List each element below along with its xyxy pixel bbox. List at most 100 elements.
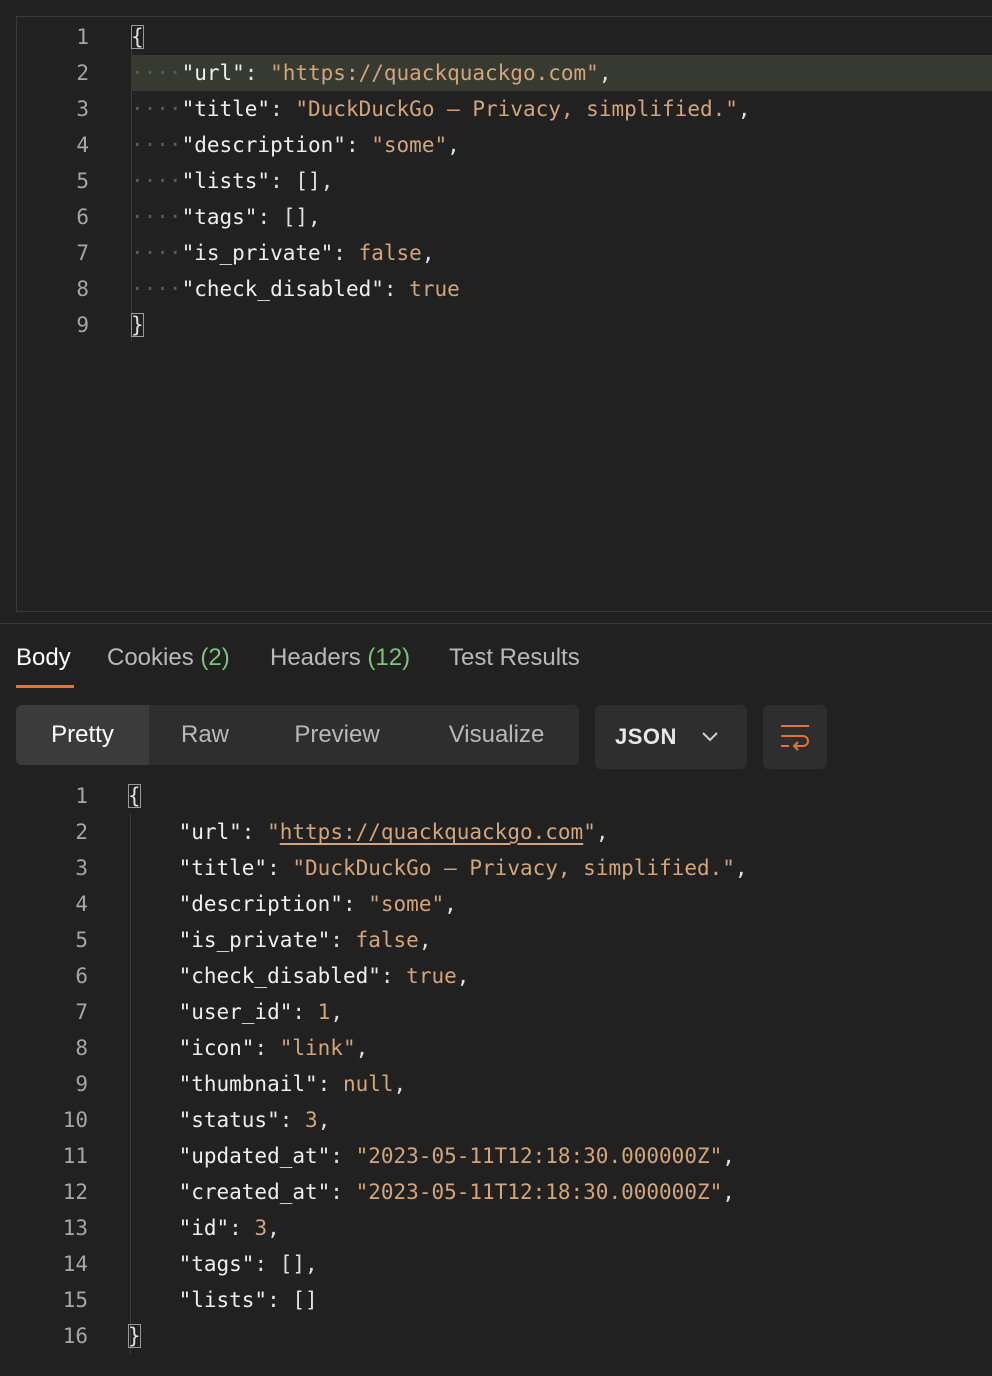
line-number: 5 bbox=[75, 928, 88, 952]
code-token: , bbox=[737, 97, 751, 121]
code-token: : bbox=[345, 133, 372, 157]
view-preview-button[interactable]: Preview bbox=[272, 705, 402, 765]
code-token: , bbox=[456, 964, 470, 988]
code-text: ····"tags": [], bbox=[131, 199, 321, 235]
code-line: 6 ····"tags": [], bbox=[17, 199, 992, 235]
code-token: https://quackquackgo.com bbox=[279, 820, 584, 844]
code-token: : bbox=[279, 1108, 306, 1132]
code-token: "2023-05-11T12:18:30.000000Z" bbox=[355, 1144, 723, 1168]
line-number: 6 bbox=[76, 205, 89, 229]
chevron-down-icon bbox=[702, 732, 718, 742]
tab-headers[interactable]: Headers (12) bbox=[270, 636, 410, 680]
line-number: 14 bbox=[62, 1252, 88, 1276]
code-text: "is_private": false, bbox=[128, 922, 432, 958]
tab-body[interactable]: Body bbox=[16, 636, 71, 680]
code-token: "tags" bbox=[181, 205, 258, 229]
code-token: , bbox=[418, 928, 432, 952]
code-token: [] bbox=[292, 1288, 318, 1312]
brace-token: { bbox=[131, 25, 144, 49]
line-number: 1 bbox=[76, 25, 89, 49]
line-number: 5 bbox=[76, 169, 89, 193]
tab-headers-count: (12) bbox=[367, 644, 411, 671]
view-raw-button[interactable]: Raw bbox=[149, 705, 261, 765]
code-text: "updated_at": "2023-05-11T12:18:30.00000… bbox=[128, 1138, 735, 1174]
view-visualize-button[interactable]: Visualize bbox=[430, 705, 563, 765]
code-line: 1{ bbox=[0, 778, 992, 814]
code-line: 15 "lists": [] bbox=[0, 1282, 992, 1318]
code-line: 8 ····"check_disabled": true bbox=[17, 271, 992, 307]
code-token: "check_disabled" bbox=[181, 277, 384, 301]
code-text: ····"is_private": false, bbox=[131, 235, 434, 271]
code-token: , bbox=[595, 820, 609, 844]
code-token: : bbox=[254, 1252, 280, 1276]
code-token: : bbox=[330, 928, 356, 952]
code-token: "some" bbox=[371, 133, 448, 157]
response-body-viewer[interactable]: 1{2 "url": "https://quackquackgo.com", 3 … bbox=[0, 778, 992, 1368]
code-token: true bbox=[406, 964, 457, 988]
code-line: 4 "description": "some", bbox=[0, 886, 992, 922]
code-text: "icon": "link", bbox=[128, 1030, 369, 1066]
code-token: "title" bbox=[178, 856, 268, 880]
line-number: 11 bbox=[62, 1144, 88, 1168]
code-token: , bbox=[317, 1108, 331, 1132]
code-token: , bbox=[308, 205, 321, 229]
code-token: 1 bbox=[317, 1000, 331, 1024]
code-token: , bbox=[305, 1252, 318, 1276]
line-number: 3 bbox=[76, 97, 89, 121]
tab-test-results[interactable]: Test Results bbox=[449, 636, 580, 680]
code-token: , bbox=[598, 61, 612, 85]
code-token: : bbox=[330, 1180, 356, 1204]
code-token: "https://quackquackgo.com" bbox=[270, 61, 599, 85]
code-line: 5 "is_private": false, bbox=[0, 922, 992, 958]
format-select-value: JSON bbox=[615, 724, 677, 749]
code-line: 2 "url": "https://quackquackgo.com", bbox=[0, 814, 992, 850]
code-text: ····"lists": [], bbox=[131, 163, 333, 199]
line-number: 8 bbox=[76, 277, 89, 301]
code-token: "some" bbox=[368, 892, 445, 916]
code-text: "tags": [], bbox=[128, 1246, 318, 1282]
code-token: 3 bbox=[305, 1108, 318, 1132]
pane-divider[interactable] bbox=[0, 623, 992, 624]
brace-token: } bbox=[128, 1324, 141, 1348]
code-token: : bbox=[333, 241, 359, 265]
code-token: "DuckDuckGo — Privacy, simplified." bbox=[295, 97, 738, 121]
text-wrap-button[interactable] bbox=[763, 705, 827, 769]
code-token: , bbox=[722, 1144, 735, 1168]
code-token: , bbox=[444, 892, 457, 916]
line-number: 13 bbox=[62, 1216, 88, 1240]
whitespace-marker: ···· bbox=[131, 277, 182, 301]
code-text: "description": "some", bbox=[128, 886, 457, 922]
line-number: 4 bbox=[75, 892, 88, 916]
code-token: "icon" bbox=[178, 1036, 255, 1060]
code-token: "link" bbox=[279, 1036, 356, 1060]
code-line: 11 "updated_at": "2023-05-11T12:18:30.00… bbox=[0, 1138, 992, 1174]
code-token: "description" bbox=[178, 892, 343, 916]
code-token: , bbox=[355, 1036, 369, 1060]
code-token: : bbox=[229, 1216, 255, 1240]
code-text: ····"title": "DuckDuckGo — Privacy, simp… bbox=[131, 91, 751, 127]
code-text: "check_disabled": true, bbox=[128, 958, 470, 994]
code-line: 16} bbox=[0, 1318, 992, 1354]
code-token: [] bbox=[279, 1252, 306, 1276]
view-pretty-button[interactable]: Pretty bbox=[16, 705, 149, 765]
active-tab-indicator bbox=[16, 685, 74, 688]
whitespace-marker: ···· bbox=[131, 205, 182, 229]
code-token: : bbox=[383, 277, 410, 301]
line-number: 9 bbox=[76, 313, 89, 337]
code-token: : bbox=[257, 205, 283, 229]
code-token: "user_id" bbox=[178, 1000, 293, 1024]
line-number: 7 bbox=[75, 1000, 88, 1024]
line-number: 10 bbox=[62, 1108, 88, 1132]
format-select[interactable]: JSON bbox=[595, 705, 747, 769]
tab-cookies[interactable]: Cookies (2) bbox=[107, 636, 230, 680]
code-token: , bbox=[722, 1180, 735, 1204]
request-body-editor[interactable]: 1{2 ····"url": "https://quackquackgo.com"… bbox=[16, 16, 992, 612]
code-token: , bbox=[421, 241, 435, 265]
line-number: 3 bbox=[75, 856, 88, 880]
code-text: ····"check_disabled": true bbox=[131, 271, 460, 307]
